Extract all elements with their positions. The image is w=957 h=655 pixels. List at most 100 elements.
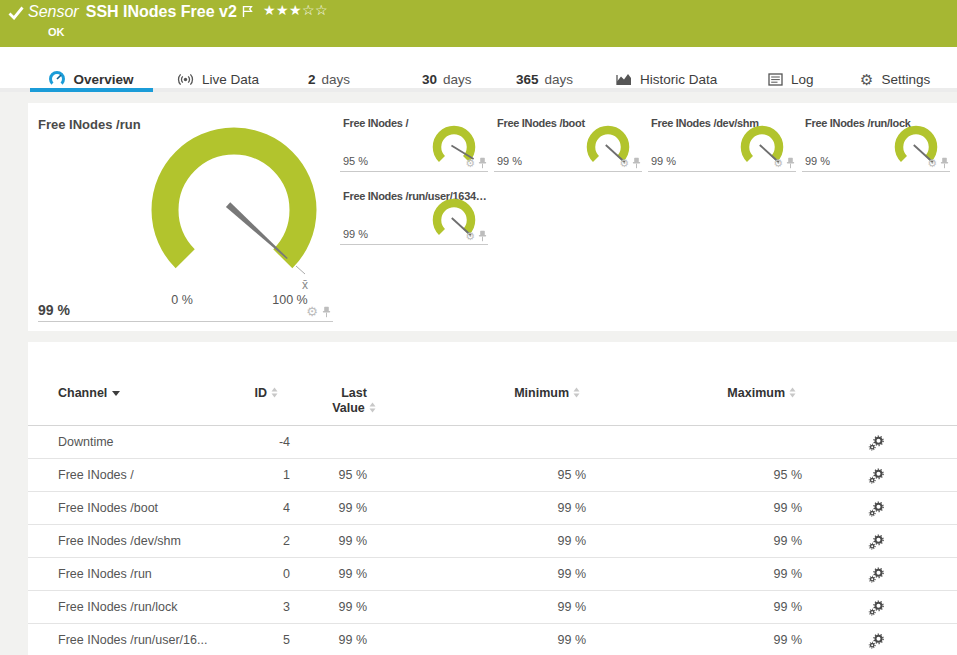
channel-last-value: 99 % xyxy=(267,525,367,557)
sensor-header: Sensor SSH INodes Free v2 ★★★☆☆ OK xyxy=(0,0,957,47)
sort-icon xyxy=(271,387,278,398)
gauge-min-label: 0 % xyxy=(162,293,202,307)
broadcast-icon xyxy=(177,72,194,87)
channel-name: Free INodes /run xyxy=(58,558,152,590)
sort-icon xyxy=(573,387,580,398)
priority-stars[interactable]: ★★★☆☆ xyxy=(263,2,328,18)
tab-label: Settings xyxy=(881,72,930,87)
channel-maximum: 99 % xyxy=(646,558,802,590)
tab-365-days[interactable]: 365days xyxy=(516,66,573,92)
stars-empty: ☆☆ xyxy=(302,2,328,18)
channel-minimum: 99 % xyxy=(430,624,586,655)
status-ok-check-icon xyxy=(8,6,24,20)
gauge-gear-icon[interactable]: ⚙ xyxy=(465,158,475,169)
channel-name: Downtime xyxy=(58,426,114,458)
table-row: Free INodes / 1 95 % 95 % 95 % xyxy=(28,459,957,492)
tab-label: Historic Data xyxy=(640,72,717,87)
log-list-icon xyxy=(768,73,783,86)
channel-settings-icon[interactable] xyxy=(868,435,885,452)
column-header-maximum[interactable]: Maximum xyxy=(644,386,796,400)
gauge-cell[interactable]: Free INodes /boot 99 % ⚙ xyxy=(494,111,642,172)
sort-icon xyxy=(369,402,376,413)
channel-maximum: 99 % xyxy=(646,624,802,655)
area-chart-icon xyxy=(615,72,632,86)
channel-minimum: 99 % xyxy=(430,558,586,590)
channel-name: Free INodes /dev/shm xyxy=(58,525,181,557)
gauge-value: 99 % xyxy=(497,155,522,167)
gauge-icon xyxy=(49,71,65,87)
gauge-gear-icon[interactable]: ⚙ xyxy=(465,231,475,242)
channels-table-panel: Channel ID Last Value Minimum Maximum Do… xyxy=(28,342,957,655)
gauge-cell[interactable]: Free INodes / 95 % ⚙ xyxy=(340,111,488,172)
gauge-value: 95 % xyxy=(343,155,368,167)
tab-overview[interactable]: Overview xyxy=(30,66,153,92)
tab-30-days[interactable]: 30days xyxy=(422,66,472,92)
channel-last-value: 99 % xyxy=(267,492,367,524)
channel-settings-icon[interactable] xyxy=(868,567,885,584)
channel-minimum: 99 % xyxy=(430,492,586,524)
column-header-channel[interactable]: Channel xyxy=(58,386,120,400)
channel-id: -4 xyxy=(188,426,290,458)
gauge-title: Free INodes /run xyxy=(38,117,141,132)
column-header-minimum[interactable]: Minimum xyxy=(428,386,580,400)
channel-last-value: 99 % xyxy=(267,591,367,623)
tab-label: Log xyxy=(791,72,814,87)
channel-name: Free INodes /boot xyxy=(58,492,158,524)
column-header-last-value[interactable]: Last Value xyxy=(325,386,383,416)
sort-icon xyxy=(789,387,796,398)
primary-gauge-cell[interactable]: Free INodes /run x̄ 0 % 100 % 99 % ⚙ xyxy=(38,110,333,322)
gauge-pin-icon[interactable] xyxy=(478,157,487,169)
gauge-gear-icon[interactable]: ⚙ xyxy=(619,158,629,169)
gauge-cell[interactable]: Free INodes /run/user/16342... 99 % ⚙ xyxy=(340,184,488,245)
tab-label: Live Data xyxy=(202,72,259,87)
gauge-gear-icon[interactable]: ⚙ xyxy=(306,305,318,318)
gauge-value: 99 % xyxy=(38,302,70,318)
column-header-id[interactable]: ID xyxy=(188,386,278,400)
channel-settings-icon[interactable] xyxy=(868,633,885,650)
table-row: Free INodes /run/user/16... 5 99 % 99 % … xyxy=(28,624,957,655)
sensor-status: OK xyxy=(48,26,65,38)
channel-settings-icon[interactable] xyxy=(868,468,885,485)
tab-historic-data[interactable]: Historic Data xyxy=(615,66,717,92)
gauge-pin-icon[interactable] xyxy=(786,157,795,169)
stars-filled: ★★★ xyxy=(263,2,302,18)
tab-label: Overview xyxy=(73,72,133,87)
channel-minimum: 95 % xyxy=(430,459,586,491)
channel-maximum: 99 % xyxy=(646,492,802,524)
channel-settings-icon[interactable] xyxy=(868,600,885,617)
channel-last-value: 95 % xyxy=(267,459,367,491)
gauge-pin-icon[interactable] xyxy=(322,306,331,318)
gauge-value: 99 % xyxy=(343,228,368,240)
gauge-value: 99 % xyxy=(651,155,676,167)
channel-maximum: 99 % xyxy=(646,525,802,557)
channel-name: Free INodes /run/lock xyxy=(58,591,178,623)
tab-settings[interactable]: ⚙ Settings xyxy=(860,66,930,92)
channel-minimum: 99 % xyxy=(430,525,586,557)
caret-down-icon xyxy=(112,391,120,396)
flag-icon[interactable] xyxy=(242,5,253,18)
gauge-pin-icon[interactable] xyxy=(632,157,641,169)
gauges-panel: Free INodes /run x̄ 0 % 100 % 99 % ⚙ Fre… xyxy=(28,103,957,331)
table-row: Downtime -4 xyxy=(28,426,957,459)
tab-live-data[interactable]: Live Data xyxy=(177,66,259,92)
channel-name: Free INodes / xyxy=(58,459,134,491)
gauge-cell[interactable]: Free INodes /dev/shm 99 % ⚙ xyxy=(648,111,796,172)
table-body: Downtime -4 Free INodes / 1 95 % 95 % 95… xyxy=(28,426,957,655)
channel-settings-icon[interactable] xyxy=(868,501,885,518)
gauge-pin-icon[interactable] xyxy=(478,230,487,242)
gauge-gear-icon[interactable]: ⚙ xyxy=(927,158,937,169)
sensor-title: SSH INodes Free v2 xyxy=(86,3,237,21)
table-row: Free INodes /dev/shm 2 99 % 99 % 99 % xyxy=(28,525,957,558)
channel-last-value: 99 % xyxy=(267,558,367,590)
gauge-gear-icon[interactable]: ⚙ xyxy=(773,158,783,169)
channel-last-value: 99 % xyxy=(267,624,367,655)
gauge-cell[interactable]: Free INodes /run/lock 99 % ⚙ xyxy=(802,111,950,172)
secondary-gauges-grid: Free INodes / 95 % ⚙ Free INodes /boot 9… xyxy=(340,111,952,245)
sensor-kind-label: Sensor xyxy=(28,3,79,21)
gauge-pin-icon[interactable] xyxy=(940,157,949,169)
tab-log[interactable]: Log xyxy=(768,66,814,92)
tab-2-days[interactable]: 2days xyxy=(308,66,350,92)
table-row: Free INodes /run 0 99 % 99 % 99 % xyxy=(28,558,957,591)
gauge-value: 99 % xyxy=(805,155,830,167)
channel-settings-icon[interactable] xyxy=(868,534,885,551)
